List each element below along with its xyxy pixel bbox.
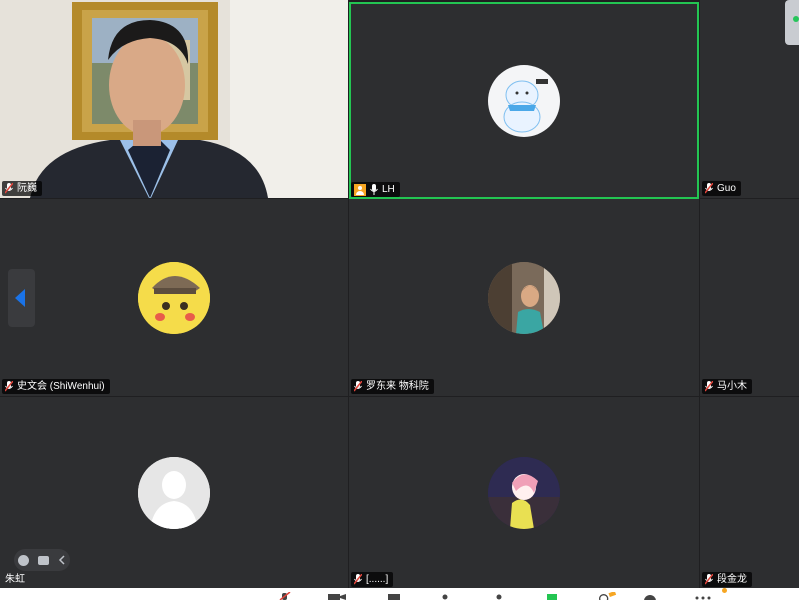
avatar bbox=[138, 261, 210, 334]
camera-off-indicator bbox=[785, 0, 799, 45]
participant-name: 阮巍 bbox=[17, 183, 37, 194]
default-user-icon bbox=[138, 457, 210, 529]
video-off-icon bbox=[354, 183, 366, 196]
meeting-toolbar bbox=[0, 588, 799, 600]
mic-muted-icon bbox=[705, 574, 713, 585]
person-photo-avatar-icon bbox=[488, 261, 560, 334]
previous-page-button[interactable] bbox=[8, 269, 35, 327]
video-tile-9[interactable]: 段金龙 bbox=[700, 397, 799, 589]
emoji-icon[interactable] bbox=[18, 554, 30, 566]
mic-muted-icon bbox=[705, 381, 713, 392]
avatar bbox=[488, 457, 560, 529]
chat-icon[interactable] bbox=[37, 555, 49, 565]
video-tile-7[interactable]: 朱虹 bbox=[0, 397, 348, 589]
participant-name: Guo bbox=[717, 183, 736, 194]
participant-name-tag: 马小木 bbox=[702, 379, 752, 394]
security-button-icon[interactable] bbox=[386, 592, 402, 600]
avatar bbox=[138, 457, 210, 529]
avatar bbox=[488, 64, 560, 137]
more-options-icon[interactable] bbox=[694, 592, 712, 600]
video-button-icon[interactable] bbox=[328, 592, 346, 600]
participant-name: 罗东来 物科院 bbox=[366, 381, 429, 392]
participant-video bbox=[0, 0, 348, 198]
snowman-avatar-icon bbox=[503, 78, 548, 132]
mic-muted-icon bbox=[354, 574, 362, 585]
meeting-controls-pill bbox=[14, 549, 70, 571]
video-tile-8[interactable]: [......] bbox=[349, 397, 699, 589]
participant-name-tag: Guo bbox=[702, 181, 741, 196]
video-tile-1[interactable]: 阮巍 bbox=[0, 0, 348, 198]
video-tile-3[interactable]: Guo bbox=[700, 0, 799, 198]
mic-icon bbox=[370, 184, 378, 195]
notification-dot bbox=[722, 588, 727, 593]
participant-name-tag: 阮巍 bbox=[2, 181, 42, 196]
participants-button-icon[interactable] bbox=[440, 592, 450, 600]
participant-name-tag: 史文会 (ShiWenhui) bbox=[2, 379, 110, 394]
participant-name: 史文会 (ShiWenhui) bbox=[17, 381, 105, 392]
record-button-icon[interactable] bbox=[594, 592, 620, 600]
share-screen-button-icon[interactable] bbox=[546, 592, 558, 600]
reactions-button-icon[interactable] bbox=[642, 592, 658, 600]
participant-name-tag: 罗东来 物科院 bbox=[351, 379, 434, 394]
pikachu-avatar-icon bbox=[138, 261, 210, 334]
participant-name-tag: [......] bbox=[351, 572, 394, 587]
anime-avatar-icon bbox=[488, 457, 560, 529]
participant-name: LH bbox=[382, 184, 395, 195]
participant-name-tag: 段金龙 bbox=[702, 572, 752, 587]
participant-name: [......] bbox=[366, 574, 389, 585]
chevron-left-icon[interactable] bbox=[58, 555, 66, 565]
avatar bbox=[488, 261, 560, 334]
video-tile-6[interactable]: 马小木 bbox=[700, 199, 799, 396]
mic-muted-icon bbox=[5, 381, 13, 392]
video-tile-2[interactable]: LH bbox=[349, 2, 699, 199]
mic-muted-icon bbox=[705, 183, 713, 194]
video-tile-5[interactable]: 罗东来 物科院 bbox=[349, 199, 699, 396]
mic-muted-icon bbox=[354, 381, 362, 392]
chat-button-icon[interactable] bbox=[494, 592, 504, 600]
participant-name: 朱虹 bbox=[5, 574, 25, 585]
video-tile-4[interactable]: 史文会 (ShiWenhui) bbox=[0, 199, 348, 396]
participant-name-tag: LH bbox=[351, 182, 400, 197]
participant-name: 马小木 bbox=[717, 381, 747, 392]
mute-button-icon[interactable] bbox=[278, 592, 292, 600]
left-arrow-icon bbox=[15, 289, 25, 307]
mic-muted-icon bbox=[5, 183, 13, 194]
participant-name: 段金龙 bbox=[717, 574, 747, 585]
participant-name-tag: 朱虹 bbox=[2, 572, 30, 587]
